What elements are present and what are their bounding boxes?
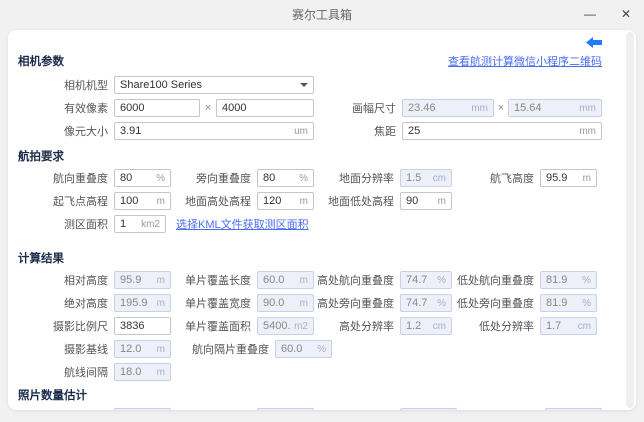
relative-height-label: 相对高度 (18, 272, 114, 288)
focal-length-label: 焦距 (314, 123, 402, 139)
back-arrow-icon[interactable] (586, 37, 602, 48)
high-forward-overlap-label: 高处航向重叠度 (314, 272, 400, 288)
low-side-overlap-field: 81.9 % (540, 294, 597, 312)
five-no-expand-label: 单镜头无外扩 (314, 409, 400, 410)
gsd-label: 地面分辨率 (314, 170, 400, 186)
title-bar: 赛尔工具箱 — ✕ (0, 0, 644, 28)
low-forward-overlap-field: 81.9 % (540, 271, 597, 289)
flight-height-label: 航飞高度 (452, 170, 540, 186)
flight-height-input[interactable]: 95.9 m (540, 169, 597, 187)
times-sign: × (200, 102, 216, 114)
high-forward-overlap-field: 74.7 % (400, 271, 452, 289)
minimize-button[interactable]: — (582, 6, 598, 22)
close-button[interactable]: ✕ (618, 6, 634, 22)
takeoff-elevation-input[interactable]: 100 m (114, 192, 171, 210)
high-side-overlap-field: 74.7 % (400, 294, 452, 312)
results-row-5: 航线间隔 18.0 m (18, 363, 618, 381)
scrollbar[interactable] (626, 32, 634, 408)
results-row-4: 摄影基线 12.0 m 航向隔片重叠度 60.0 % (18, 340, 618, 358)
results-row-3: 摄影比例尺 3836 单片覆盖面积 5400.0 m2 高处分辨率 1.2 cm… (18, 317, 618, 335)
photo-scale-label: 摄影比例尺 (18, 318, 114, 334)
elevation-row: 起飞点高程 100 m 地面高处高程 120 m 地面低处高程 90 m (18, 192, 618, 210)
high-side-overlap-label: 高处旁向重叠度 (314, 295, 400, 311)
window-title: 赛尔工具箱 (0, 6, 644, 23)
results-row-1: 相对高度 95.9 m 单片覆盖长度 60.0 m 高处航向重叠度 74.7 %… (18, 271, 618, 289)
high-gsd-label: 高处分辨率 (314, 318, 400, 334)
qr-code-link[interactable]: 查看航测计算微信小程序二维码 (448, 53, 602, 69)
main-panel: 相机参数 查看航测计算微信小程序二维码 相机机型 Share100 Series… (8, 30, 636, 410)
kml-file-link[interactable]: 选择KML文件获取测区面积 (176, 216, 309, 232)
forward-interval-overlap-field: 60.0 % (275, 340, 332, 358)
overlap-row: 航向重叠度 80 % 旁向重叠度 80 % 地面分辨率 1.5 cm 航飞高度 … (18, 169, 618, 187)
side-overlap-label: 旁向重叠度 (171, 170, 257, 186)
single-coverage-area-field: 5400.0 m2 (257, 317, 314, 335)
ground-high-elevation-input[interactable]: 120 m (257, 192, 314, 210)
relative-height-field: 95.9 m (114, 271, 171, 289)
section-title-photos: 照片数量估计 (18, 387, 618, 403)
camera-model-label: 相机机型 (18, 77, 114, 93)
forward-overlap-label: 航向重叠度 (18, 170, 114, 186)
single-expand-label: 单镜头有外扩 (171, 409, 257, 410)
chevron-down-icon (300, 83, 308, 87)
pixels-width-input[interactable]: 6000 (114, 99, 200, 117)
photo-scale-field: 3836 (114, 317, 171, 335)
five-expand-label: 五镜头有外扩 (457, 409, 545, 410)
absolute-height-field: 195.9 m (114, 294, 171, 312)
survey-area-input[interactable]: 1 km2 (114, 215, 166, 233)
gsd-field: 1.5 cm (400, 169, 452, 187)
five-expand-field: 32880 (545, 408, 602, 410)
times-sign: × (494, 102, 508, 114)
pixels-height-input[interactable]: 4000 (216, 99, 314, 117)
single-coverage-width-label: 单片覆盖宽度 (171, 295, 257, 311)
forward-interval-overlap-label: 航向隔片重叠度 (171, 341, 275, 357)
focal-length-input[interactable]: 25 mm (402, 122, 602, 140)
single-coverage-length-field: 60.0 m (257, 271, 314, 289)
single-coverage-length-label: 单片覆盖长度 (171, 272, 257, 288)
photo-count-row: 单镜头无外扩 4629 单镜头有外扩 6576 单镜头无外扩 23145 五镜头… (18, 408, 618, 410)
ground-high-elevation-label: 地面高处高程 (171, 193, 257, 209)
photo-baseline-label: 摄影基线 (18, 341, 114, 357)
side-overlap-input[interactable]: 80 % (257, 169, 314, 187)
section-title-camera: 相机参数 (18, 53, 64, 69)
frame-height-field: 15.64 mm (508, 99, 602, 117)
ground-low-elevation-input[interactable]: 90 m (400, 192, 452, 210)
forward-overlap-input[interactable]: 80 % (114, 169, 171, 187)
single-no-expand-field: 4629 (114, 408, 171, 410)
survey-area-label: 测区面积 (18, 216, 114, 232)
single-expand-field: 6576 (257, 408, 314, 410)
ground-low-elevation-label: 地面低处高程 (314, 193, 400, 209)
pixel-size-focal-row: 像元大小 3.91 um 焦距 25 mm (18, 122, 618, 140)
line-spacing-field: 18.0 m (114, 363, 171, 381)
single-coverage-width-field: 90.0 m (257, 294, 314, 312)
effective-pixels-label: 有效像素 (18, 100, 114, 116)
absolute-height-label: 绝对高度 (18, 295, 114, 311)
frame-size-label: 画幅尺寸 (314, 100, 402, 116)
survey-area-row: 测区面积 1 km2 选择KML文件获取测区面积 (18, 215, 618, 233)
pixel-size-label: 像元大小 (18, 123, 114, 139)
line-spacing-label: 航线间隔 (18, 364, 114, 380)
section-title-flight: 航拍要求 (18, 148, 618, 164)
single-coverage-area-label: 单片覆盖面积 (171, 318, 257, 334)
high-gsd-field: 1.2 cm (400, 317, 452, 335)
low-gsd-label: 低处分辨率 (452, 318, 540, 334)
pixel-size-input[interactable]: 3.91 um (114, 122, 314, 140)
low-side-overlap-label: 低处旁向重叠度 (452, 295, 540, 311)
photo-baseline-field: 12.0 m (114, 340, 171, 358)
takeoff-elevation-label: 起飞点高程 (18, 193, 114, 209)
section-title-results: 计算结果 (18, 250, 618, 266)
five-no-expand-field: 23145 (400, 408, 457, 410)
low-gsd-field: 1.7 cm (540, 317, 597, 335)
single-no-expand-label: 单镜头无外扩 (18, 409, 114, 410)
frame-width-field: 23.46 mm (402, 99, 494, 117)
results-row-2: 绝对高度 195.9 m 单片覆盖宽度 90.0 m 高处旁向重叠度 74.7 … (18, 294, 618, 312)
camera-model-row: 相机机型 Share100 Series (18, 76, 618, 94)
pixels-frame-row: 有效像素 6000 × 4000 画幅尺寸 23.46 mm × 15.64 m… (18, 99, 618, 117)
camera-model-select[interactable]: Share100 Series (114, 76, 314, 94)
low-forward-overlap-label: 低处航向重叠度 (452, 272, 540, 288)
